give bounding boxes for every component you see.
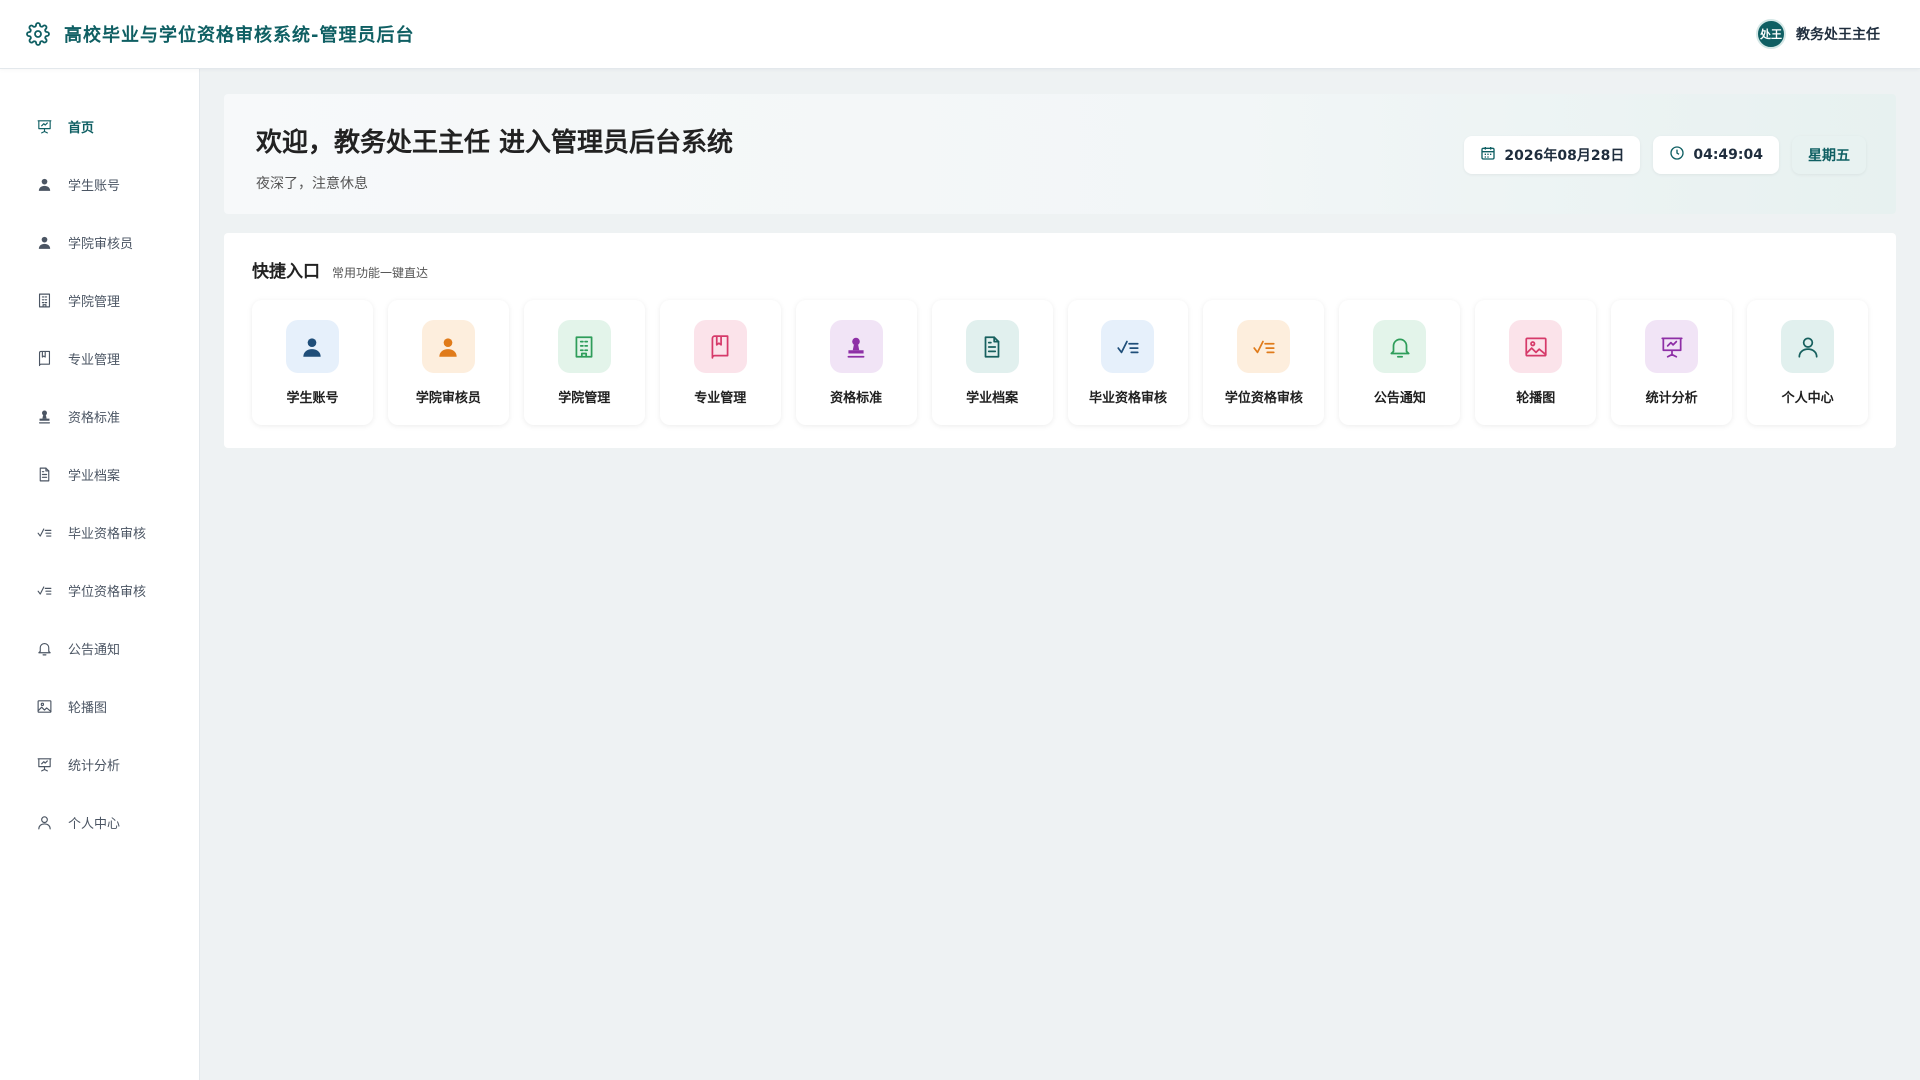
quick-tile-label: 轮播图 [1516, 391, 1556, 406]
quick-tile[interactable]: 轮播图 [1475, 300, 1597, 425]
sidebar-item[interactable]: 公告通知 [0, 619, 199, 677]
sidebar-item[interactable]: 毕业资格审核 [0, 503, 199, 561]
welcome-subtitle: 夜深了，注意休息 [256, 176, 368, 192]
sidebar-item[interactable]: 学院管理 [0, 271, 199, 329]
date-chip: 2026年08月28日 [1464, 136, 1641, 174]
quick-tile[interactable]: 个人中心 [1747, 300, 1869, 425]
user-icon [35, 175, 53, 193]
quick-title: 快捷入口 [252, 262, 320, 282]
quick-tile[interactable]: 学院管理 [523, 300, 645, 425]
profile-icon [1781, 320, 1835, 373]
user-icon [285, 320, 339, 373]
sidebar-item[interactable]: 学业档案 [0, 445, 199, 503]
user-icon [35, 233, 53, 251]
quick-tile-label: 统计分析 [1645, 391, 1698, 406]
sidebar-item[interactable]: 轮播图 [0, 677, 199, 735]
sidebar-item[interactable]: 个人中心 [0, 793, 199, 851]
time-text: 04:49:04 [1693, 147, 1763, 163]
weekday-chip: 星期五 [1792, 136, 1866, 174]
sidebar-item-label: 公告通知 [68, 642, 121, 658]
sidebar-item-label: 统计分析 [68, 758, 121, 774]
book-icon [35, 349, 53, 367]
sidebar-item[interactable]: 首页 [0, 97, 199, 155]
user-name[interactable]: 教务处王主任 [1796, 24, 1880, 44]
sidebar-item-label: 学位资格审核 [68, 584, 147, 600]
book-icon [693, 320, 747, 373]
clock-icon [1669, 145, 1685, 165]
quick-tile-label: 毕业资格审核 [1088, 391, 1167, 406]
check-list-icon [1101, 320, 1155, 373]
quick-entry-panel: 快捷入口 常用功能一键直达 学生账号 学院审核员 学院管理 专业管理 资格标准 学业档案 毕… [224, 233, 1896, 448]
stamp-icon [35, 407, 53, 425]
sidebar-item[interactable]: 统计分析 [0, 735, 199, 793]
quick-tile-label: 学院管理 [558, 391, 611, 406]
datetime-chips: 2026年08月28日 04:49:04 星期五 [1464, 136, 1866, 174]
quick-tile[interactable]: 学位资格审核 [1203, 300, 1325, 425]
presentation-icon [1645, 320, 1699, 373]
quick-tiles: 学生账号 学院审核员 学院管理 专业管理 资格标准 学业档案 毕业资格审核 学位资格审核 公告通… [252, 300, 1869, 425]
sidebar-item-label: 个人中心 [68, 816, 121, 832]
time-chip: 04:49:04 [1653, 136, 1779, 174]
app-title: 高校毕业与学位资格审核系统-管理员后台 [64, 25, 415, 46]
document-icon [965, 320, 1019, 373]
sidebar-item-label: 学生账号 [68, 178, 121, 194]
quick-tile[interactable]: 公告通知 [1339, 300, 1461, 425]
quick-tile-label: 学位资格审核 [1224, 391, 1303, 406]
document-icon [35, 465, 53, 483]
quick-tile[interactable]: 资格标准 [795, 300, 917, 425]
check-list-icon [1237, 320, 1291, 373]
sidebar-item-label: 学院管理 [68, 294, 121, 310]
sidebar-item-label: 学院审核员 [68, 236, 134, 252]
dashboard-icon [35, 117, 53, 135]
sidebar-item[interactable]: 学生账号 [0, 155, 199, 213]
quick-tile[interactable]: 毕业资格审核 [1067, 300, 1189, 425]
user-icon [421, 320, 475, 373]
quick-tile-label: 学生账号 [286, 391, 339, 406]
quick-tile[interactable]: 学生账号 [252, 300, 373, 425]
quick-tile-label: 个人中心 [1781, 391, 1834, 406]
quick-tile[interactable]: 统计分析 [1611, 300, 1733, 425]
sidebar: 首页学生账号学院审核员学院管理专业管理资格标准学业档案毕业资格审核 学位资格审核公… [0, 69, 200, 1080]
sidebar-item[interactable]: 专业管理 [0, 329, 199, 387]
building-icon [35, 291, 53, 309]
sidebar-item[interactable]: 学院审核员 [0, 213, 199, 271]
quick-subtitle: 常用功能一键直达 [332, 266, 429, 280]
presentation-icon [35, 755, 53, 773]
building-icon [557, 320, 611, 373]
date-text: 2026年08月28日 [1504, 148, 1625, 164]
bell-icon [1373, 320, 1427, 373]
bell-icon [35, 639, 53, 657]
quick-tile[interactable]: 学业档案 [931, 300, 1053, 425]
image-icon [1509, 320, 1563, 373]
sidebar-item-label: 首页 [68, 120, 95, 136]
calendar-icon [1480, 145, 1496, 165]
image-icon [35, 697, 53, 715]
sidebar-item-label: 学业档案 [68, 468, 121, 484]
gear-icon [26, 22, 50, 46]
sidebar-item[interactable]: 资格标准 [0, 387, 199, 445]
welcome-banner: 欢迎，教务处王主任 进入管理员后台系统 夜深了，注意休息 2026年08月28日… [224, 94, 1896, 214]
stamp-icon [829, 320, 883, 373]
quick-tile[interactable]: 专业管理 [659, 300, 781, 425]
sidebar-item-label: 毕业资格审核 [68, 526, 147, 542]
check-list-icon [35, 523, 53, 541]
quick-tile-label: 学业档案 [966, 391, 1019, 406]
profile-icon [35, 813, 53, 831]
quick-tile[interactable]: 学院审核员 [387, 300, 509, 425]
quick-tile-label: 专业管理 [694, 391, 747, 406]
check-list-icon [35, 581, 53, 599]
quick-tile-label: 资格标准 [830, 391, 883, 406]
sidebar-item-label: 轮播图 [68, 700, 108, 716]
top-header: 高校毕业与学位资格审核系统-管理员后台 处王 教务处王主任 [0, 0, 1920, 69]
sidebar-item-label: 资格标准 [68, 410, 121, 426]
avatar[interactable]: 处王 [1756, 19, 1786, 49]
weekday-text: 星期五 [1808, 148, 1850, 164]
sidebar-item[interactable]: 学位资格审核 [0, 561, 199, 619]
quick-tile-label: 学院审核员 [415, 391, 481, 406]
user-menu[interactable]: 处王 教务处王主任 [1756, 19, 1880, 49]
sidebar-item-label: 专业管理 [68, 352, 121, 368]
quick-tile-label: 公告通知 [1373, 391, 1426, 406]
